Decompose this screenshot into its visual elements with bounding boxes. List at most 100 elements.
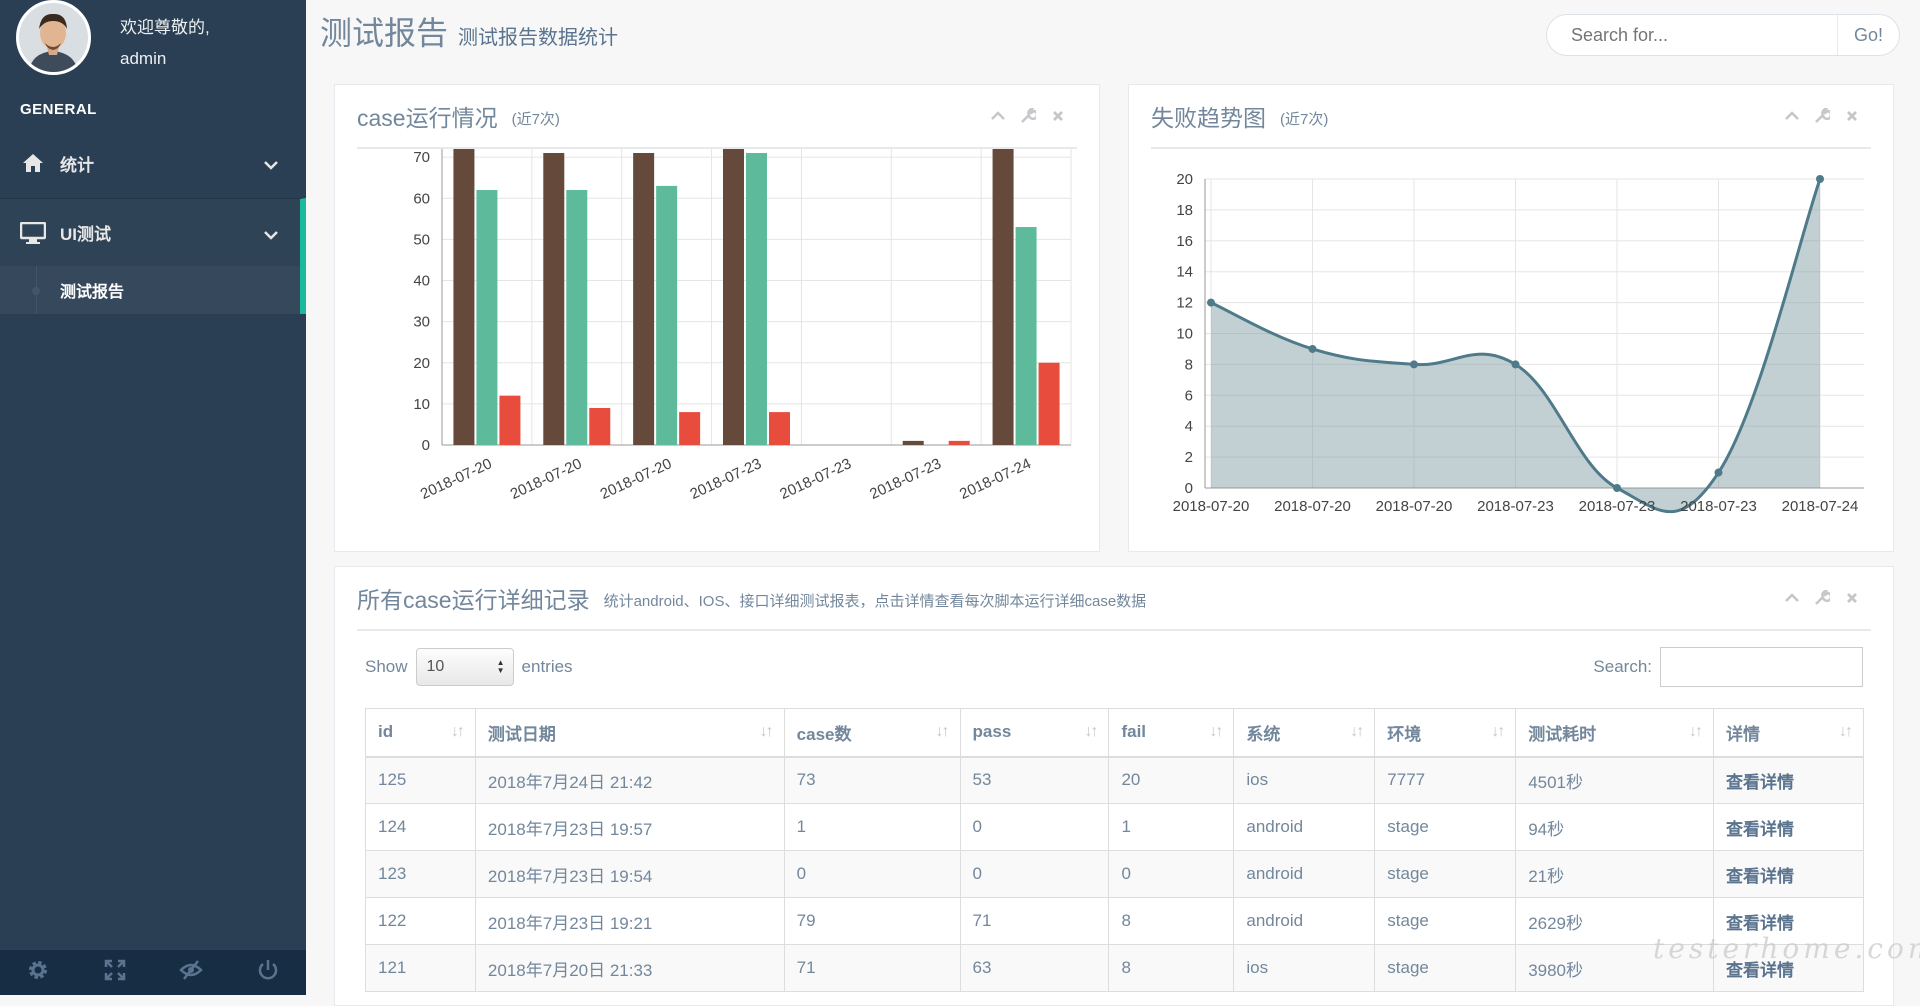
table-cell: 121 [365, 944, 476, 992]
column-header[interactable]: 系统 ↓↑ [1233, 708, 1376, 758]
menu-item-stats[interactable]: 统计 [0, 129, 306, 197]
column-header[interactable]: case数 ↓↑ [783, 708, 961, 758]
column-header[interactable]: 测试日期 ↓↑ [474, 708, 785, 758]
data-point[interactable] [1410, 360, 1418, 369]
column-header[interactable]: fail ↓↑ [1108, 708, 1235, 758]
data-point[interactable] [1714, 468, 1723, 477]
bar[interactable] [453, 149, 475, 446]
y-tick-label: 70 [413, 149, 430, 166]
close-icon[interactable] [1843, 107, 1861, 125]
data-point[interactable] [1511, 360, 1520, 369]
submenu-item-test-report[interactable]: 测试报告 [0, 266, 306, 314]
sort-icon: ↓↑ [1839, 723, 1853, 740]
column-header[interactable]: 测试耗时 ↓↑ [1515, 708, 1715, 758]
table-cell: 79 [783, 897, 961, 945]
bar[interactable] [656, 185, 678, 445]
bar[interactable] [1038, 362, 1060, 445]
menu-item-ui-test[interactable]: UI测试 [0, 198, 306, 266]
collapse-button[interactable] [1783, 107, 1801, 125]
table-header-row: id ↓↑ 测试日期 ↓↑ case数 ↓↑ pass ↓↑ fail ↓↑ 系统 ↓↑ 环境 ↓↑ 测试耗… [365, 708, 1864, 758]
panel-header: case运行情况 (近7次) [357, 85, 1077, 149]
y-tick-label: 18 [1176, 202, 1193, 219]
y-tick-label: 2 [1185, 449, 1193, 466]
table-search-input[interactable] [1660, 647, 1863, 687]
settings-button[interactable] [0, 950, 77, 995]
data-point[interactable] [1613, 484, 1621, 492]
avatar[interactable] [16, 0, 91, 75]
y-tick-label: 12 [1176, 295, 1193, 312]
data-point[interactable] [1816, 175, 1824, 183]
entries-label: entries [521, 657, 573, 676]
column-header-label: id [378, 722, 394, 742]
bar[interactable] [746, 153, 767, 445]
y-tick-label: 0 [1185, 480, 1193, 497]
table-cell: 7777 [1374, 756, 1517, 804]
collapse-button[interactable] [1783, 589, 1801, 607]
wrench-icon[interactable] [1813, 107, 1831, 125]
bar[interactable] [499, 395, 521, 445]
entries-select[interactable]: 10 ▲ ▼ [415, 648, 514, 686]
bar[interactable] [902, 440, 924, 445]
wrench-icon[interactable] [1019, 107, 1037, 125]
bar[interactable] [769, 412, 790, 445]
column-header[interactable]: id ↓↑ [365, 708, 476, 758]
fullscreen-button[interactable] [77, 950, 154, 995]
y-tick-label: 50 [413, 231, 430, 248]
data-point[interactable] [1207, 298, 1215, 307]
data-point[interactable] [1308, 344, 1317, 353]
panel-title: case运行情况 [357, 105, 498, 131]
bar[interactable] [589, 407, 611, 445]
logout-button[interactable] [230, 950, 307, 995]
table-cell: 8 [1108, 897, 1235, 945]
y-tick-label: 30 [413, 314, 430, 331]
page-title: 测试报告 [320, 15, 449, 51]
chevron-down-icon [264, 225, 278, 245]
x-tick-label: 2018-07-20 [1376, 498, 1453, 515]
bar[interactable] [992, 149, 1014, 445]
view-details-link[interactable]: 查看详情 [1713, 850, 1864, 898]
lock-button[interactable] [153, 950, 230, 995]
line-chart-panel: 失败趋势图 (近7次) 0 2 4 6 8 10 12 14 16 18 20 2018-07-20 2… [1128, 84, 1894, 552]
wrench-icon[interactable] [1813, 589, 1831, 607]
go-button[interactable]: Go! [1837, 15, 1899, 55]
x-tick-label: 2018-07-23 [1477, 498, 1554, 515]
panel-tools [989, 107, 1067, 125]
view-details-link[interactable]: 查看详情 [1713, 756, 1864, 804]
table-cell: 71 [959, 897, 1110, 945]
bar[interactable] [566, 190, 588, 445]
column-header[interactable]: pass ↓↑ [959, 708, 1110, 758]
bar[interactable] [723, 149, 744, 446]
table-cell: 73 [783, 756, 961, 804]
x-tick-label: 2018-07-23 [777, 455, 854, 503]
table-cell: 1 [1108, 803, 1235, 851]
panel-header: 失败趋势图 (近7次) [1151, 85, 1871, 149]
table-cell: 2018年7月20日 21:33 [474, 944, 785, 992]
collapse-button[interactable] [989, 107, 1007, 125]
column-header[interactable]: 环境 ↓↑ [1374, 708, 1517, 758]
table-row: 123 2018年7月23日 19:54 0 0 0 android stage 21秒 查看详… [365, 850, 1864, 898]
close-icon[interactable] [1843, 589, 1861, 607]
column-header[interactable]: 详情 ↓↑ [1713, 708, 1864, 758]
bar[interactable] [679, 412, 701, 445]
y-tick-label: 10 [1176, 326, 1193, 343]
bar[interactable] [633, 153, 655, 445]
table-cell: ios [1233, 944, 1376, 992]
panel-subtitle: (近7次) [1280, 110, 1329, 128]
search-input[interactable] [1547, 15, 1837, 55]
table-cell: 0 [783, 850, 961, 898]
panel-subtitle: 统计android、IOS、接口详细测试报表，点击详情查看每次脚本运行详细cas… [603, 592, 1147, 610]
bar[interactable] [948, 440, 970, 445]
table-row: 122 2018年7月23日 19:21 79 71 8 android stage 2629… [365, 897, 1864, 945]
page-subtitle: 测试报告数据统计 [458, 27, 619, 49]
bar[interactable] [543, 153, 565, 445]
view-details-link[interactable]: 查看详情 [1713, 803, 1864, 851]
welcome-username: admin [120, 49, 167, 68]
bar[interactable] [476, 190, 498, 445]
table-cell: 123 [365, 850, 476, 898]
x-tick-label: 2018-07-20 [598, 455, 675, 503]
x-tick-label: 2018-07-20 [1173, 498, 1250, 515]
table-cell: 2018年7月23日 19:54 [474, 850, 785, 898]
close-icon[interactable] [1049, 107, 1067, 125]
bar[interactable] [1015, 227, 1037, 445]
sort-icon: ↓↑ [1350, 723, 1364, 740]
